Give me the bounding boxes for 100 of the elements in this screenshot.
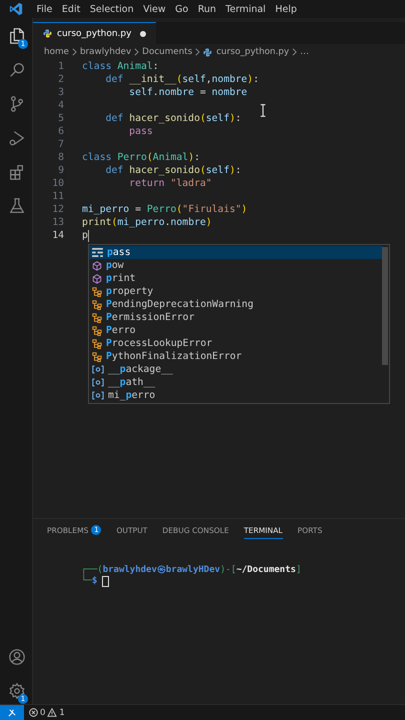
chevron-right-icon (72, 48, 77, 56)
code-line: self.nombre = nombre (128, 86, 248, 99)
problems-status[interactable]: 0 1 (24, 708, 70, 718)
line-number: 13 (51, 216, 64, 229)
python-file-icon (43, 29, 52, 38)
account-icon (8, 648, 26, 666)
breadcrumb-item[interactable]: brawlyhdev (80, 47, 132, 57)
code-line: def __init__(self,nombre): (104, 73, 259, 86)
flask-icon (8, 196, 26, 214)
code-line: print(mi_perro.nombre) (82, 216, 212, 229)
suggestion-label: pow (106, 260, 124, 271)
terminal-line: └─$ (81, 576, 98, 586)
code-line: class Perro(Animal): (82, 151, 200, 164)
terminal-line: ┌──(brawlyhdev㉿brawlyHDev)-[~/Documents] (81, 564, 302, 574)
code-line: def hacer_sonido(self): (104, 112, 242, 125)
chevron-right-icon (292, 48, 298, 56)
suggestion-item[interactable]: PythonFinalizationError (89, 350, 383, 363)
text-cursor (88, 230, 89, 242)
suggestion-label: P rocessLookupError (106, 338, 212, 349)
suggestion-label: p roperty (106, 286, 154, 297)
class-icon (92, 352, 102, 362)
class-icon (92, 326, 102, 336)
remote-button[interactable] (0, 705, 24, 720)
class-icon (92, 312, 102, 322)
warning-icon (47, 708, 58, 717)
suggestion-item[interactable]: Perro (89, 324, 383, 337)
menu-item[interactable]: View (143, 4, 166, 14)
suggestion-item[interactable]: pow (89, 259, 383, 272)
suggestion-item[interactable]: P rocessLookupError (89, 337, 383, 350)
menu-item[interactable]: Edit (62, 4, 80, 14)
menu-item[interactable]: Help (275, 4, 297, 14)
warning-count: 1 (59, 708, 65, 718)
class-icon (92, 286, 102, 296)
search-icon (8, 60, 26, 78)
line-number: 14 (51, 229, 64, 242)
breadcrumb-item[interactable]: Documents (142, 47, 192, 57)
menu-item[interactable]: Go (175, 4, 188, 14)
line-number: 9 (57, 164, 64, 177)
line-number: 12 (51, 203, 64, 216)
suggestion-item[interactable]: mi_perro (89, 389, 383, 402)
suggestion-label: __package__ (108, 364, 173, 375)
suggestion-item[interactable]: __path__ (89, 376, 383, 389)
suggestion-label: pass (107, 247, 131, 258)
variable-icon (92, 378, 104, 387)
variable-icon (92, 365, 104, 374)
line-number: 10 (51, 177, 64, 190)
suggestion-label: PendingDeprecationWarning (106, 299, 254, 310)
vscode-logo-icon (9, 2, 23, 16)
scrollbar[interactable] (382, 247, 388, 365)
suggestion-item[interactable]: PermissionError (89, 311, 383, 324)
class-icon (92, 300, 102, 310)
code-line: def hacer_sonido(self): (104, 164, 242, 177)
files-icon (8, 26, 26, 44)
suggestion-label: PythonFinalizationError (106, 351, 242, 362)
ibeam-pointer-icon (260, 104, 266, 117)
menu-item[interactable]: File (36, 4, 52, 14)
breadcrumb-item[interactable]: curso_python.py (216, 47, 290, 57)
breadcrumb-item[interactable]: … (300, 47, 309, 57)
suggestion-label: Perro (106, 325, 136, 336)
class-icon (92, 338, 102, 348)
extensions-icon (8, 162, 26, 180)
code-line: class Animal: (82, 60, 159, 73)
menu-item[interactable]: Terminal (226, 4, 266, 14)
python-file-icon (203, 48, 212, 56)
editor-tab[interactable]: curso_python.py (33, 22, 156, 44)
suggestion-item[interactable]: PendingDeprecationWarning (89, 298, 383, 311)
line-number: 8 (57, 151, 64, 164)
line-number: 1 (57, 60, 64, 73)
line-number: 4 (57, 99, 64, 112)
chevron-right-icon (195, 48, 200, 56)
source-control-icon (8, 94, 26, 112)
line-number: 2 (57, 73, 64, 86)
variable-icon (92, 391, 104, 400)
tab-label: curso_python.py (57, 28, 132, 38)
cube-icon (92, 260, 102, 270)
line-number: 11 (51, 190, 64, 203)
suggestion-label: __path__ (108, 377, 156, 388)
line-number: 6 (57, 125, 64, 138)
suggestion-item[interactable]: p rint (89, 272, 383, 285)
line-number: 7 (57, 138, 64, 151)
keyword-icon (92, 248, 103, 257)
suggestion-label: mi_perro (108, 390, 156, 401)
settings-icon (8, 682, 26, 700)
chevron-right-icon (134, 48, 140, 56)
line-number: 5 (57, 112, 64, 125)
suggestion-item[interactable]: pass (89, 246, 383, 259)
error-count: 0 (40, 708, 46, 718)
code-line: pass (128, 125, 153, 138)
suggestion-item[interactable]: __package__ (89, 363, 383, 376)
run-debug-icon (8, 128, 26, 146)
suggestion-label: p rint (106, 273, 136, 284)
line-number: 3 (57, 86, 64, 99)
suggestion-label: PermissionError (106, 312, 194, 323)
code-line: p (82, 229, 88, 242)
menu-item[interactable]: Run (198, 4, 216, 14)
suggestion-item[interactable]: p roperty (89, 285, 383, 298)
menu-item[interactable]: Selection (90, 4, 134, 14)
breadcrumb-item[interactable]: home (44, 47, 69, 57)
error-icon (29, 708, 38, 717)
code-line: return "ladra" (128, 177, 212, 190)
